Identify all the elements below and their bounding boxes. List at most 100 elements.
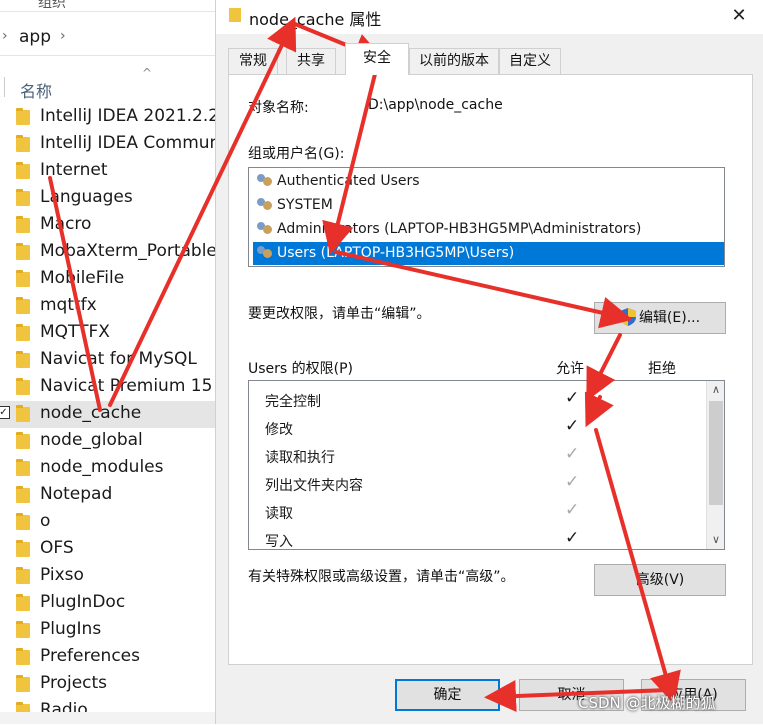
tab-customize[interactable]: 自定义 <box>499 48 561 74</box>
advanced-hint: 有关特殊权限或高级设置，请单击“高级”。 <box>248 569 515 585</box>
breadcrumb-current[interactable]: app <box>19 27 51 47</box>
file-row[interactable]: MQTTFX <box>0 320 215 347</box>
edit-button[interactable]: 编辑(E)... <box>594 302 726 334</box>
file-name: mqttfx <box>40 295 97 315</box>
file-row[interactable]: MobaXterm_Portable_ <box>0 239 215 266</box>
users-icon <box>255 174 273 189</box>
row-checkbox[interactable]: ✓ <box>0 406 10 419</box>
dialog-titlebar[interactable]: node_cache 属性 ✕ <box>216 0 763 34</box>
uac-shield-icon <box>619 308 636 326</box>
chevron-right-icon[interactable]: › <box>60 28 66 44</box>
file-row[interactable]: Pixso <box>0 563 215 590</box>
tab-sharing[interactable]: 共享 <box>286 48 336 74</box>
file-name: node_modules <box>40 457 164 477</box>
scroll-down-icon[interactable]: ∨ <box>707 531 724 549</box>
file-name: node_global <box>40 430 143 450</box>
file-row[interactable]: PlugIns <box>0 617 215 644</box>
tab-strip: 常规 共享 安全 以前的版本 自定义 <box>228 43 758 75</box>
folder-icon <box>16 675 30 692</box>
close-button[interactable]: ✕ <box>721 2 757 30</box>
file-row[interactable]: node_global <box>0 428 215 455</box>
permissions-header: Users 的权限(P) <box>248 361 354 377</box>
file-row[interactable]: MobileFile <box>0 266 215 293</box>
breadcrumb[interactable]: › app › <box>0 22 215 56</box>
folder-icon <box>16 621 30 638</box>
csdn-watermark: CSDN @北极糊的狐 <box>578 694 716 712</box>
folder-icon <box>16 594 30 611</box>
advanced-button[interactable]: 高级(V) <box>594 564 726 596</box>
permission-row: 写入 ✓ <box>249 526 706 550</box>
permission-name: 写入 <box>265 534 293 550</box>
allow-header: 允许 <box>556 361 584 377</box>
groups-listbox[interactable]: Authenticated Users SYSTEM Administrator… <box>248 167 725 267</box>
file-row[interactable]: Projects <box>0 671 215 698</box>
scroll-up-icon[interactable]: ∧ <box>707 381 724 399</box>
file-row[interactable]: Preferences <box>0 644 215 671</box>
file-row[interactable]: o <box>0 509 215 536</box>
tab-previous-versions[interactable]: 以前的版本 <box>409 48 499 74</box>
allow-check-icon: ✓ <box>565 388 580 408</box>
group-name: Administrators (LAPTOP-HB3HG5MP\Administ… <box>277 221 642 237</box>
folder-icon <box>16 459 30 476</box>
explorer-toolbar: 组织 <box>0 0 215 12</box>
file-row[interactable]: Notepad <box>0 482 215 509</box>
folder-icon <box>16 135 30 152</box>
file-row[interactable]: OFS <box>0 536 215 563</box>
deny-header: 拒绝 <box>648 361 676 377</box>
file-row[interactable]: Navicat Premium 15 <box>0 374 215 401</box>
object-name-label: 对象名称: <box>248 100 309 116</box>
permissions-list[interactable]: 完全控制 ✓ 修改 ✓ 读取和执行 ✓ 列出文件夹内容 ✓ 读取 ✓ 写入 ✓ … <box>248 380 725 550</box>
users-icon <box>255 222 273 237</box>
tab-security[interactable]: 安全 <box>345 43 409 75</box>
file-name: MQTTFX <box>40 322 110 342</box>
column-header-name[interactable]: 名称 ^ <box>0 66 215 102</box>
file-row-selected[interactable]: ✓ node_cache <box>0 401 215 428</box>
scroll-thumb[interactable] <box>709 401 723 505</box>
group-item[interactable]: Administrators (LAPTOP-HB3HG5MP\Administ… <box>253 218 724 241</box>
file-row[interactable]: Macro <box>0 212 215 239</box>
permissions-scrollbar[interactable]: ∧ ∨ <box>706 381 724 549</box>
edit-button-label: 编辑(E)... <box>638 310 701 326</box>
file-name: Macro <box>40 214 92 234</box>
file-row[interactable]: IntelliJ IDEA 2021.2.2 <box>0 104 215 131</box>
folder-icon <box>16 324 30 341</box>
allow-check-icon: ✓ <box>565 444 580 464</box>
security-panel: 对象名称: D:\app\node_cache 组或用户名(G): Authen… <box>228 74 753 665</box>
allow-check-icon: ✓ <box>565 500 580 520</box>
file-name: Preferences <box>40 646 140 666</box>
folder-icon <box>16 432 30 449</box>
group-item-selected[interactable]: Users (LAPTOP-HB3HG5MP\Users) <box>253 242 724 265</box>
change-permissions-hint: 要更改权限，请单击“编辑”。 <box>248 306 431 322</box>
file-name: IntelliJ IDEA Commun <box>40 133 215 153</box>
allow-check-icon: ✓ <box>565 416 580 436</box>
column-name-label[interactable]: 名称 <box>20 78 52 102</box>
tab-general[interactable]: 常规 <box>228 48 278 74</box>
folder-icon <box>16 162 30 179</box>
file-row[interactable]: Internet <box>0 158 215 185</box>
folder-icon <box>16 513 30 530</box>
file-name: PlugIns <box>40 619 102 639</box>
ok-button[interactable]: 确定 <box>395 679 500 711</box>
file-row[interactable]: PlugInDoc <box>0 590 215 617</box>
file-name: IntelliJ IDEA 2021.2.2 <box>40 106 215 126</box>
file-row[interactable]: mqttfx <box>0 293 215 320</box>
group-item[interactable]: SYSTEM <box>253 194 724 217</box>
file-name: Internet <box>40 160 108 180</box>
file-row[interactable]: Navicat for MySQL <box>0 347 215 374</box>
permission-row: 修改 ✓ <box>249 414 706 442</box>
file-name: Navicat for MySQL <box>40 349 197 369</box>
file-row[interactable]: node_modules <box>0 455 215 482</box>
file-name: Languages <box>40 187 133 207</box>
file-name: Pixso <box>40 565 84 585</box>
file-row[interactable]: Languages <box>0 185 215 212</box>
permission-row: 读取和执行 ✓ <box>249 442 706 470</box>
group-item[interactable]: Authenticated Users <box>253 170 724 193</box>
allow-check-icon: ✓ <box>565 472 580 492</box>
file-row[interactable]: IntelliJ IDEA Commun <box>0 131 215 158</box>
organize-label[interactable]: 组织 <box>38 0 66 12</box>
file-name: MobaXterm_Portable_ <box>40 241 215 261</box>
chevron-right-icon[interactable]: › <box>2 28 8 44</box>
folder-icon <box>16 216 30 233</box>
dialog-title: node_cache 属性 <box>249 10 382 29</box>
permission-name: 完全控制 <box>265 394 321 410</box>
